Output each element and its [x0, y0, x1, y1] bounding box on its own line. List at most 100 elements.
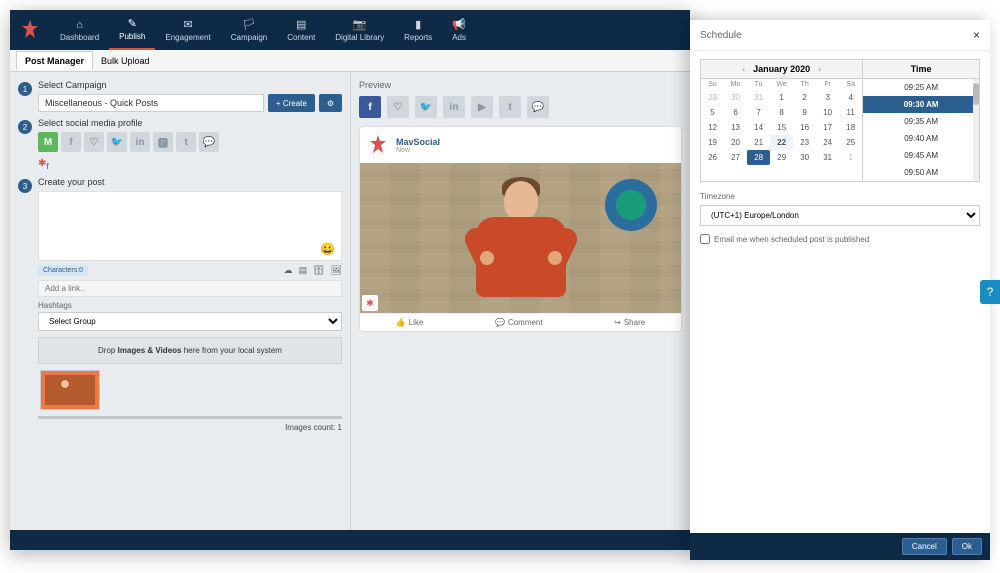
- calendar-day[interactable]: 22: [770, 135, 793, 150]
- time-option[interactable]: 09:35 AM: [863, 113, 979, 130]
- time-option[interactable]: 09:40 AM: [863, 130, 979, 147]
- nav-dashboard[interactable]: ⌂Dashboard: [50, 10, 109, 50]
- social-profile-icon[interactable]: ♡: [84, 132, 104, 152]
- preview-tumblr-icon[interactable]: t: [499, 96, 521, 118]
- calendar-day[interactable]: 25: [839, 135, 862, 150]
- calendar-day[interactable]: 27: [724, 150, 747, 165]
- calendar-day[interactable]: 28: [747, 150, 770, 165]
- calendar-day[interactable]: 17: [816, 120, 839, 135]
- calendar-day[interactable]: 19: [701, 135, 724, 150]
- campaign-select[interactable]: Miscellaneous - Quick Posts: [38, 94, 264, 112]
- briefcase-icon[interactable]: 🗄: [313, 265, 324, 276]
- preview-instagram-icon[interactable]: ♡: [387, 96, 409, 118]
- timezone-select[interactable]: (UTC+1) Europe/London: [700, 205, 980, 226]
- preview-image: ✱: [360, 163, 681, 313]
- calendar-day[interactable]: 1: [839, 150, 862, 165]
- emoji-picker-icon[interactable]: 😀: [320, 242, 335, 256]
- like-button[interactable]: 👍Like: [396, 318, 424, 327]
- calendar-day[interactable]: 10: [816, 105, 839, 120]
- step-1-label: Select Campaign: [38, 80, 342, 90]
- time-option[interactable]: 09:25 AM: [863, 79, 979, 96]
- nav-reports[interactable]: ▮Reports: [394, 10, 442, 50]
- calendar-day[interactable]: 20: [724, 135, 747, 150]
- schedule-title: Schedule: [700, 30, 742, 41]
- calendar-day[interactable]: 14: [747, 120, 770, 135]
- time-option[interactable]: 09:45 AM: [863, 147, 979, 164]
- campaign-settings-button[interactable]: ⚙: [319, 94, 342, 112]
- preview-youtube-icon[interactable]: ▶: [471, 96, 493, 118]
- time-scrollbar[interactable]: [973, 79, 979, 181]
- tab-bulk-upload[interactable]: Bulk Upload: [93, 52, 158, 70]
- preview-facebook-icon[interactable]: f: [359, 96, 381, 118]
- calendar-day[interactable]: 31: [747, 90, 770, 105]
- cancel-button[interactable]: Cancel: [902, 538, 947, 555]
- calendar-day[interactable]: 9: [793, 105, 816, 120]
- share-icon: ↪: [614, 318, 621, 327]
- social-profile-icon[interactable]: 💬: [199, 132, 219, 152]
- prev-month-icon[interactable]: ‹: [742, 64, 745, 74]
- comment-button[interactable]: 💬Comment: [495, 318, 543, 327]
- close-icon[interactable]: ×: [973, 28, 980, 42]
- nav-content[interactable]: ▤Content: [277, 10, 325, 50]
- calendar-day[interactable]: 5: [701, 105, 724, 120]
- create-campaign-button[interactable]: + Create: [268, 94, 315, 112]
- calendar-day[interactable]: 8: [770, 105, 793, 120]
- dow-cell: We: [770, 81, 793, 88]
- calendar-icon[interactable]: ▤: [299, 265, 308, 276]
- calendar-day[interactable]: 4: [839, 90, 862, 105]
- calendar-day[interactable]: 7: [747, 105, 770, 120]
- social-profile-icon[interactable]: in: [130, 132, 150, 152]
- nav-ads[interactable]: 📢Ads: [442, 10, 476, 50]
- media-dropzone[interactable]: Drop Images & Videos here from your loca…: [38, 337, 342, 364]
- image-tag-icon[interactable]: ✱: [362, 295, 378, 311]
- calendar-day[interactable]: 29: [770, 150, 793, 165]
- uploaded-image-thumb[interactable]: [40, 370, 100, 410]
- calendar-day[interactable]: 12: [701, 120, 724, 135]
- calendar-day[interactable]: 11: [839, 105, 862, 120]
- dow-cell: Sa: [839, 81, 862, 88]
- time-option[interactable]: 09:30 AM: [863, 96, 979, 113]
- next-month-icon[interactable]: ›: [818, 64, 821, 74]
- calendar-day[interactable]: 23: [793, 135, 816, 150]
- calendar-day[interactable]: 2: [793, 90, 816, 105]
- help-tab-icon[interactable]: ?: [980, 280, 1000, 304]
- hashtags-select[interactable]: Select Group: [38, 312, 342, 331]
- email-notify-checkbox[interactable]: [700, 234, 710, 244]
- social-profile-icon[interactable]: M: [38, 132, 58, 152]
- dropzone-text-pre: Drop: [98, 346, 118, 355]
- nav-digital-library[interactable]: 📷Digital Library: [325, 10, 394, 50]
- link-input[interactable]: [38, 280, 342, 297]
- ok-button[interactable]: Ok: [952, 538, 982, 555]
- calendar-day[interactable]: 30: [793, 150, 816, 165]
- calendar-day[interactable]: 24: [816, 135, 839, 150]
- post-editor[interactable]: 😀: [38, 191, 342, 261]
- social-profile-icon[interactable]: 🐦: [107, 132, 127, 152]
- calendar-day[interactable]: 21: [747, 135, 770, 150]
- nav-publish[interactable]: ✎Publish: [109, 10, 155, 50]
- calendar-day[interactable]: 6: [724, 105, 747, 120]
- time-option[interactable]: 09:50 AM: [863, 164, 979, 181]
- calendar-day[interactable]: 1: [770, 90, 793, 105]
- social-profile-icon[interactable]: f: [61, 132, 81, 152]
- calendar-day[interactable]: 3: [816, 90, 839, 105]
- calendar-day[interactable]: 30: [724, 90, 747, 105]
- calendar-day[interactable]: 29: [701, 90, 724, 105]
- nav-campaign[interactable]: 🏳Campaign: [221, 10, 277, 50]
- tab-post-manager[interactable]: Post Manager: [16, 51, 93, 70]
- preview-wechat-icon[interactable]: 💬: [527, 96, 549, 118]
- calendar-day[interactable]: 15: [770, 120, 793, 135]
- image-icon[interactable]: 🖼: [331, 265, 342, 276]
- share-button[interactable]: ↪Share: [614, 318, 645, 327]
- calendar-day[interactable]: 13: [724, 120, 747, 135]
- social-profile-icon[interactable]: 🅿: [153, 132, 173, 152]
- preview-linkedin-icon[interactable]: in: [443, 96, 465, 118]
- nav-icon: ⌂: [76, 19, 83, 31]
- calendar-day[interactable]: 18: [839, 120, 862, 135]
- cloud-icon[interactable]: ☁: [284, 265, 293, 276]
- social-profile-icon[interactable]: t: [176, 132, 196, 152]
- calendar-day[interactable]: 16: [793, 120, 816, 135]
- nav-engagement[interactable]: ✉Engagement: [155, 10, 220, 50]
- preview-twitter-icon[interactable]: 🐦: [415, 96, 437, 118]
- calendar-day[interactable]: 26: [701, 150, 724, 165]
- calendar-day[interactable]: 31: [816, 150, 839, 165]
